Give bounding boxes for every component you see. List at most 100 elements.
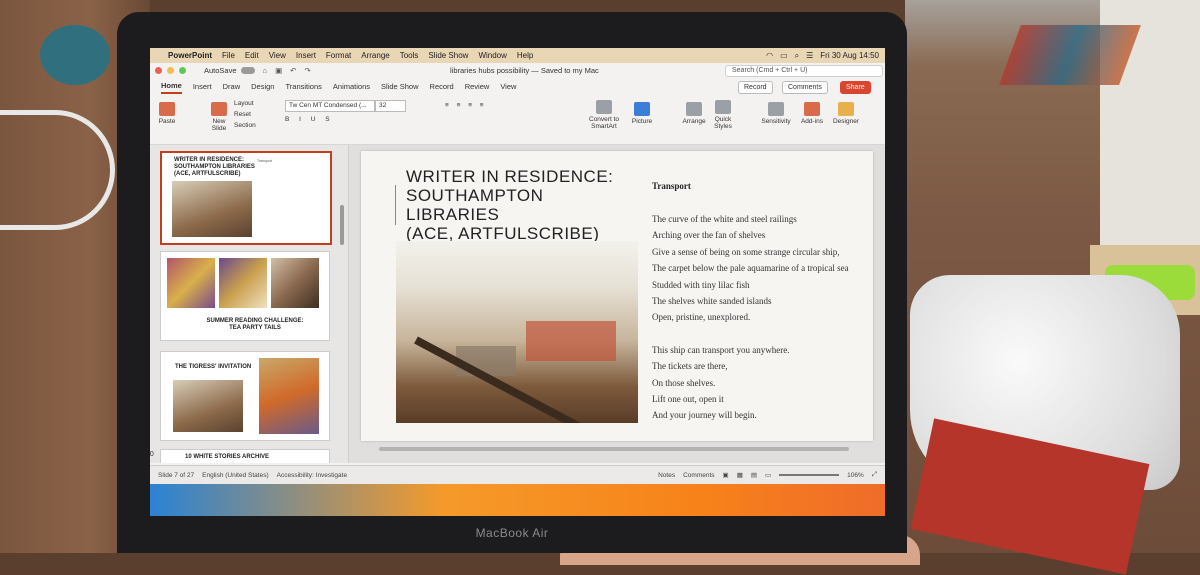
status-bar: Slide 7 of 27 English (United States) Ac…	[150, 465, 885, 484]
editor-scrollbar[interactable]	[379, 447, 849, 451]
slide-thumbnail-7[interactable]: WRITER IN RESIDENCE: SOUTHAMPTON LIBRARI…	[160, 151, 332, 245]
arrange-button[interactable]: Arrange	[681, 102, 707, 125]
menu-view[interactable]: View	[269, 51, 286, 60]
slide-thumbnails-pane[interactable]: 7 WRITER IN RESIDENCE: SOUTHAMPTON LIBRA…	[150, 145, 349, 463]
notes-button[interactable]: Notes	[658, 472, 675, 479]
menu-edit[interactable]: Edit	[245, 51, 259, 60]
menu-bar: PowerPoint File Edit View Insert Format …	[150, 48, 885, 63]
menu-clock[interactable]: Fri 30 Aug 14:50	[820, 51, 879, 60]
thumb-photo-8c	[271, 258, 319, 308]
control-center-icon[interactable]: ☰	[806, 51, 813, 60]
slideshow-view-icon[interactable]: ▭	[765, 471, 771, 479]
redo-icon[interactable]: ↷	[304, 66, 310, 75]
menu-help[interactable]: Help	[517, 51, 533, 60]
tab-design[interactable]: Design	[251, 82, 274, 93]
title-bar: AutoSave ⌂ ▣ ↶ ↷ libraries hubs possibil…	[150, 63, 885, 78]
zoom-slider[interactable]	[779, 474, 840, 476]
reset-button[interactable]: Reset	[234, 111, 251, 118]
paste-label: Paste	[158, 118, 176, 125]
font-format-buttons[interactable]: B I U S	[285, 116, 334, 123]
tab-review[interactable]: Review	[465, 82, 490, 93]
menu-window[interactable]: Window	[478, 51, 506, 60]
layout-button[interactable]: Layout	[234, 100, 254, 107]
thumb-side-7: Transport	[257, 159, 272, 163]
tab-slide-show[interactable]: Slide Show	[381, 82, 419, 93]
slide-thumbnail-10[interactable]: 10 WHITE STORIES ARCHIVE	[160, 449, 330, 463]
thumb-title-7: WRITER IN RESIDENCE: SOUTHAMPTON LIBRARI…	[174, 157, 255, 177]
zoom-level[interactable]: 106%	[847, 472, 864, 479]
picture-button[interactable]: Picture	[630, 102, 654, 125]
menu-slide-show[interactable]: Slide Show	[428, 51, 468, 60]
section-button[interactable]: Section	[234, 122, 256, 129]
thumbnail-scrollbar[interactable]	[340, 205, 344, 245]
poem-text[interactable]: The curve of the white and steel railing…	[652, 211, 849, 424]
menu-format[interactable]: Format	[326, 51, 351, 60]
current-slide[interactable]: WRITER IN RESIDENCE: SOUTHAMPTON LIBRARI…	[361, 151, 873, 441]
addins-button[interactable]: Add-ins	[800, 102, 824, 125]
poem-title[interactable]: Transport	[652, 181, 691, 191]
poem-line: Lift one out, open it	[652, 394, 724, 405]
comments-button[interactable]: Comments	[782, 81, 828, 94]
designer-button[interactable]: Designer	[832, 102, 860, 125]
normal-view-icon[interactable]: ▣	[723, 471, 729, 479]
font-size-select[interactable]: 32	[375, 100, 406, 112]
font-family-select[interactable]: Tw Cen MT Condensed (...	[285, 100, 375, 112]
tab-record[interactable]: Record	[430, 82, 454, 93]
laptop: PowerPoint File Edit View Insert Format …	[117, 12, 907, 553]
share-button[interactable]: Share	[840, 81, 871, 94]
convert-smartart-button[interactable]: Convert to SmartArt	[586, 100, 622, 130]
status-comments-button[interactable]: Comments	[683, 472, 714, 479]
designer-label: Designer	[832, 118, 859, 125]
arrange-icon	[686, 102, 702, 116]
record-button[interactable]: Record	[738, 81, 773, 94]
tab-view[interactable]: View	[500, 82, 516, 93]
tab-draw[interactable]: Draw	[223, 82, 241, 93]
menu-insert[interactable]: Insert	[296, 51, 316, 60]
desktop-wallpaper	[150, 484, 885, 516]
ribbon: Paste New Slide Layout Reset Section Tw …	[150, 96, 885, 145]
search-input[interactable]: Search (Cmd + Ctrl + U)	[725, 65, 883, 77]
paste-icon	[159, 102, 175, 116]
thumb-photo-7	[172, 181, 252, 237]
poem-line: Arching over the fan of shelves	[652, 230, 766, 241]
quick-styles-button[interactable]: Quick Styles	[711, 100, 735, 130]
tab-animations[interactable]: Animations	[333, 82, 370, 93]
slide-title[interactable]: WRITER IN RESIDENCE: SOUTHAMPTON LIBRARI…	[406, 167, 616, 243]
tab-transitions[interactable]: Transitions	[285, 82, 321, 93]
tab-home[interactable]: Home	[161, 81, 182, 94]
paragraph-buttons[interactable]: ≡ ≡ ≡ ≡	[445, 102, 487, 109]
fit-slide-icon[interactable]: ⤢	[872, 471, 877, 479]
sensitivity-button[interactable]: Sensitivity	[761, 102, 791, 125]
battery-icon[interactable]: ▭	[780, 51, 788, 60]
menu-file[interactable]: File	[222, 51, 235, 60]
spotlight-icon[interactable]: ⌕	[795, 51, 799, 61]
save-icon[interactable]: ▣	[275, 66, 282, 75]
addins-icon	[804, 102, 820, 116]
sorter-view-icon[interactable]: ▦	[737, 471, 743, 479]
slide-thumbnail-8[interactable]: SUMMER READING CHALLENGE: TEA PARTY TAIL…	[160, 251, 330, 341]
tab-insert[interactable]: Insert	[193, 82, 212, 93]
menu-tools[interactable]: Tools	[400, 51, 419, 60]
home-icon[interactable]: ⌂	[263, 66, 268, 75]
status-right: Notes Comments ▣ ▦ ▤ ▭ 106% ⤢	[658, 471, 885, 479]
accessibility-status[interactable]: Accessibility: Investigate	[277, 472, 347, 479]
slide-thumbnail-9[interactable]: THE TIGRESS' INVITATION	[160, 351, 330, 441]
autosave-toggle[interactable]	[240, 67, 255, 74]
poem-line: The shelves white sanded islands	[652, 296, 772, 307]
language-status[interactable]: English (United States)	[202, 472, 268, 479]
menu-arrange[interactable]: Arrange	[361, 51, 389, 60]
menu-app-name[interactable]: PowerPoint	[168, 51, 212, 60]
minimize-icon[interactable]	[167, 67, 174, 74]
undo-icon[interactable]: ↶	[290, 66, 296, 75]
poem-line: And your journey will begin.	[652, 410, 757, 421]
thumb-photo-8a	[167, 258, 215, 308]
zoom-icon[interactable]	[179, 67, 186, 74]
reading-view-icon[interactable]: ▤	[751, 471, 757, 479]
paste-button[interactable]: Paste	[156, 102, 178, 125]
wifi-icon[interactable]: ◠	[766, 51, 773, 60]
library-photo[interactable]	[396, 241, 638, 423]
sensitivity-icon	[768, 102, 784, 116]
close-icon[interactable]	[155, 67, 162, 74]
new-slide-button[interactable]: New Slide	[208, 102, 230, 132]
laptop-label: MacBook Air	[475, 526, 549, 540]
